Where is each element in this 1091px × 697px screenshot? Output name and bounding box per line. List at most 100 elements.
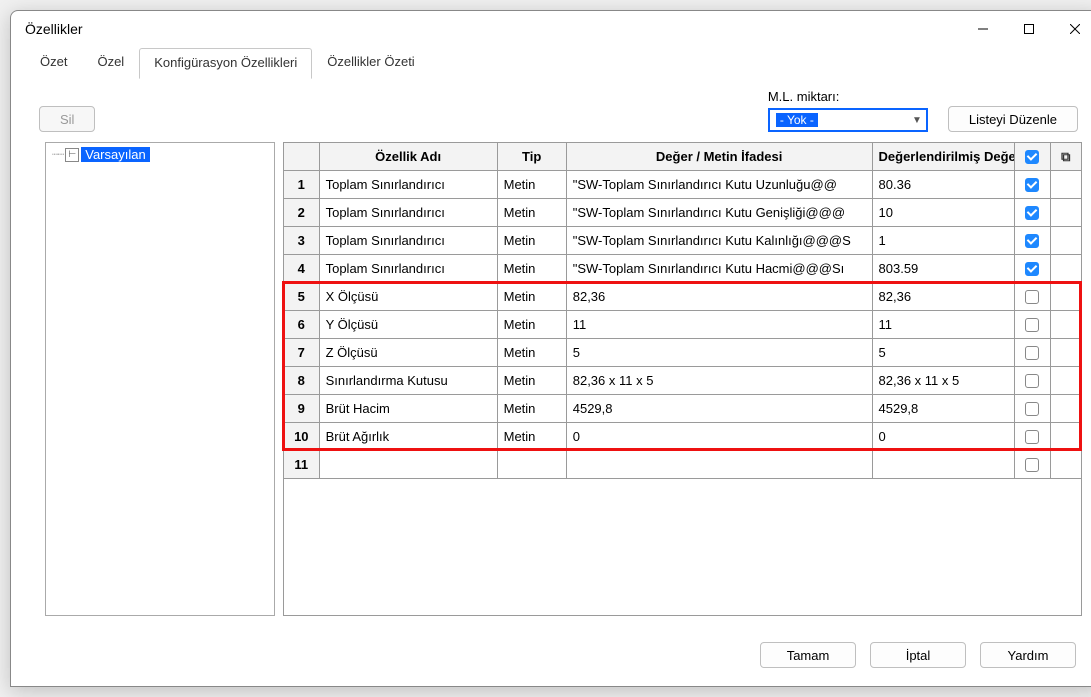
cell-type[interactable]: Metin	[497, 423, 566, 451]
config-tree[interactable]: ┈┈ ⊢ Varsayılan	[45, 142, 275, 616]
tree-root-item[interactable]: ┈┈ ⊢ Varsayılan	[52, 147, 268, 162]
cell-check[interactable]	[1014, 283, 1050, 311]
row-checkbox[interactable]	[1025, 402, 1039, 416]
row-checkbox[interactable]	[1025, 262, 1039, 276]
table-row[interactable]: 1Toplam SınırlandırıcıMetin"SW-Toplam Sı…	[284, 171, 1082, 199]
cell-link[interactable]	[1050, 199, 1081, 227]
cell-expr[interactable]: "SW-Toplam Sınırlandırıcı Kutu Hacmi@@@S…	[566, 255, 872, 283]
col-header-check[interactable]	[1014, 143, 1050, 171]
table-row[interactable]: 2Toplam SınırlandırıcıMetin"SW-Toplam Sı…	[284, 199, 1082, 227]
table-row[interactable]: 11	[284, 451, 1082, 479]
row-checkbox[interactable]	[1025, 206, 1039, 220]
cell-name[interactable]: Sınırlandırma Kutusu	[319, 367, 497, 395]
cell-link[interactable]	[1050, 311, 1081, 339]
cell-expr[interactable]: "SW-Toplam Sınırlandırıcı Kutu Uzunluğu@…	[566, 171, 872, 199]
cell-expr[interactable]: 0	[566, 423, 872, 451]
close-button[interactable]	[1052, 13, 1091, 45]
cancel-button[interactable]: İptal	[870, 642, 966, 668]
cell-eval[interactable]	[872, 451, 1014, 479]
tab-config-props[interactable]: Konfigürasyon Özellikleri	[139, 48, 312, 79]
row-number[interactable]: 1	[284, 171, 320, 199]
cell-expr[interactable]: 5	[566, 339, 872, 367]
cell-expr[interactable]: 4529,8	[566, 395, 872, 423]
cell-link[interactable]	[1050, 423, 1081, 451]
edit-list-button[interactable]: Listeyi Düzenle	[948, 106, 1078, 132]
table-row[interactable]: 4Toplam SınırlandırıcıMetin"SW-Toplam Sı…	[284, 255, 1082, 283]
cell-type[interactable]: Metin	[497, 199, 566, 227]
cell-name[interactable]: Brüt Ağırlık	[319, 423, 497, 451]
cell-name[interactable]	[319, 451, 497, 479]
cell-check[interactable]	[1014, 199, 1050, 227]
cell-name[interactable]: Toplam Sınırlandırıcı	[319, 255, 497, 283]
table-row[interactable]: 10Brüt AğırlıkMetin00	[284, 423, 1082, 451]
table-row[interactable]: 5X ÖlçüsüMetin82,3682,36	[284, 283, 1082, 311]
cell-type[interactable]: Metin	[497, 367, 566, 395]
cell-type[interactable]: Metin	[497, 283, 566, 311]
cell-eval[interactable]: 0	[872, 423, 1014, 451]
cell-expr[interactable]: "SW-Toplam Sınırlandırıcı Kutu Genişliği…	[566, 199, 872, 227]
table-row[interactable]: 9Brüt HacimMetin4529,84529,8	[284, 395, 1082, 423]
cell-eval[interactable]: 10	[872, 199, 1014, 227]
cell-link[interactable]	[1050, 451, 1081, 479]
cell-eval[interactable]: 82,36 x 11 x 5	[872, 367, 1014, 395]
cell-type[interactable]: Metin	[497, 227, 566, 255]
help-button[interactable]: Yardım	[980, 642, 1076, 668]
col-header-expr[interactable]: Değer / Metin İfadesi	[566, 143, 872, 171]
cell-expr[interactable]: 11	[566, 311, 872, 339]
cell-type[interactable]: Metin	[497, 339, 566, 367]
table-row[interactable]: 3Toplam SınırlandırıcıMetin"SW-Toplam Sı…	[284, 227, 1082, 255]
row-number[interactable]: 8	[284, 367, 320, 395]
cell-check[interactable]	[1014, 339, 1050, 367]
cell-expr[interactable]	[566, 451, 872, 479]
col-header-link[interactable]: ⧉	[1050, 143, 1081, 171]
cell-eval[interactable]: 4529,8	[872, 395, 1014, 423]
cell-name[interactable]: Toplam Sınırlandırıcı	[319, 171, 497, 199]
row-number[interactable]: 5	[284, 283, 320, 311]
cell-link[interactable]	[1050, 367, 1081, 395]
row-checkbox[interactable]	[1025, 458, 1039, 472]
cell-check[interactable]	[1014, 171, 1050, 199]
cell-link[interactable]	[1050, 395, 1081, 423]
maximize-button[interactable]	[1006, 13, 1052, 45]
cell-link[interactable]	[1050, 171, 1081, 199]
cell-check[interactable]	[1014, 367, 1050, 395]
cell-type[interactable]: Metin	[497, 395, 566, 423]
row-number[interactable]: 3	[284, 227, 320, 255]
cell-type[interactable]: Metin	[497, 255, 566, 283]
cell-name[interactable]: Toplam Sınırlandırıcı	[319, 227, 497, 255]
row-checkbox[interactable]	[1025, 318, 1039, 332]
col-header-type[interactable]: Tip	[497, 143, 566, 171]
row-number[interactable]: 11	[284, 451, 320, 479]
cell-expr[interactable]: 82,36	[566, 283, 872, 311]
cell-link[interactable]	[1050, 255, 1081, 283]
cell-eval[interactable]: 5	[872, 339, 1014, 367]
row-checkbox[interactable]	[1025, 290, 1039, 304]
row-number[interactable]: 9	[284, 395, 320, 423]
delete-button[interactable]: Sil	[39, 106, 95, 132]
cell-name[interactable]: Toplam Sınırlandırıcı	[319, 199, 497, 227]
cell-check[interactable]	[1014, 255, 1050, 283]
row-number[interactable]: 2	[284, 199, 320, 227]
table-row[interactable]: 7Z ÖlçüsüMetin55	[284, 339, 1082, 367]
cell-eval[interactable]: 80.36	[872, 171, 1014, 199]
tab-props-summary[interactable]: Özellikler Özeti	[312, 47, 429, 78]
cell-expr[interactable]: "SW-Toplam Sınırlandırıcı Kutu Kalınlığı…	[566, 227, 872, 255]
cell-check[interactable]	[1014, 423, 1050, 451]
properties-grid[interactable]: Özellik Adı Tip Değer / Metin İfadesi De…	[283, 142, 1082, 479]
cell-eval[interactable]: 82,36	[872, 283, 1014, 311]
row-number[interactable]: 10	[284, 423, 320, 451]
cell-eval[interactable]: 1	[872, 227, 1014, 255]
row-checkbox[interactable]	[1025, 178, 1039, 192]
row-checkbox[interactable]	[1025, 374, 1039, 388]
cell-link[interactable]	[1050, 227, 1081, 255]
cell-name[interactable]: Y Ölçüsü	[319, 311, 497, 339]
cell-link[interactable]	[1050, 283, 1081, 311]
row-checkbox[interactable]	[1025, 346, 1039, 360]
cell-check[interactable]	[1014, 395, 1050, 423]
col-header-eval[interactable]: Değerlendirilmiş Değer	[872, 143, 1014, 171]
tab-summary[interactable]: Özet	[25, 47, 82, 78]
check-all-icon[interactable]	[1025, 150, 1039, 164]
cell-name[interactable]: Z Ölçüsü	[319, 339, 497, 367]
cell-name[interactable]: X Ölçüsü	[319, 283, 497, 311]
table-row[interactable]: 6Y ÖlçüsüMetin1111	[284, 311, 1082, 339]
